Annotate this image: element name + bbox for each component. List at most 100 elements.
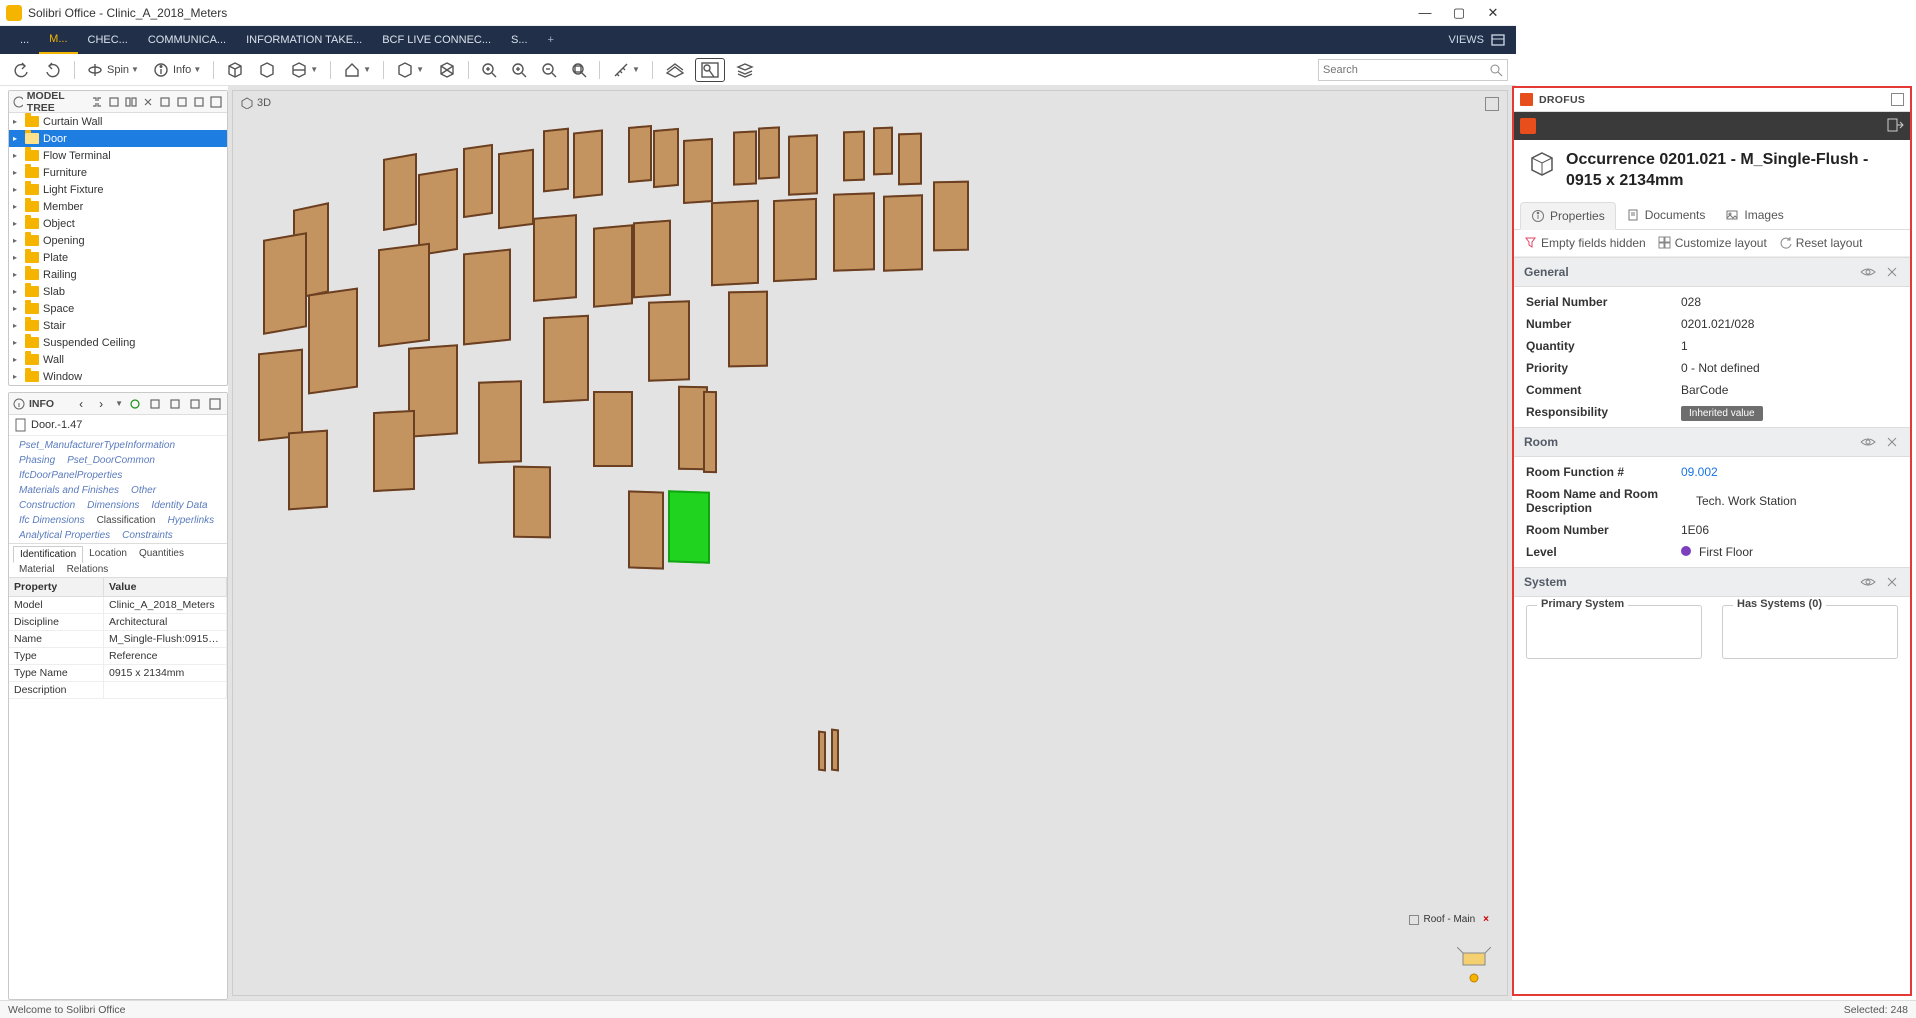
info-tab-construction[interactable]: Construction [13, 498, 81, 513]
tree-item-light-fixture[interactable]: ▸Light Fixture [9, 181, 227, 198]
tree-btn-4[interactable] [142, 94, 155, 110]
maximize-button[interactable]: ▢ [1442, 1, 1476, 25]
zoom-window-button[interactable] [567, 58, 591, 82]
menu-item-bcf[interactable]: BCF LIVE CONNEC... [372, 26, 501, 54]
info-tab-materials-and-finishes[interactable]: Materials and Finishes [13, 483, 125, 498]
view-compass[interactable] [1457, 947, 1491, 983]
info-btn-b[interactable] [147, 396, 163, 412]
tree-btn-6[interactable] [176, 94, 189, 110]
tree-item-opening[interactable]: ▸Opening [9, 232, 227, 249]
section-system-header[interactable]: System [1514, 567, 1910, 597]
search-input[interactable] [1323, 64, 1489, 76]
menu-item-checking[interactable]: CHEC... [78, 26, 138, 54]
info-btn-d[interactable] [187, 396, 203, 412]
cube-button-3[interactable]: ▼ [286, 58, 322, 82]
info-subtab-material[interactable]: Material [13, 562, 61, 577]
wireframe-button[interactable] [434, 58, 460, 82]
reset-layout-button[interactable]: Reset layout [1779, 236, 1863, 250]
info-btn-c[interactable] [167, 396, 183, 412]
tree-item-space[interactable]: ▸Space [9, 300, 227, 317]
tree-item-door[interactable]: ▸Door [9, 130, 227, 147]
empty-fields-toggle[interactable]: Empty fields hidden [1524, 236, 1646, 250]
tree-item-wall[interactable]: ▸Wall [9, 351, 227, 368]
tab-properties[interactable]: Properties [1520, 202, 1616, 230]
info-maximize[interactable] [207, 396, 223, 412]
section-general-header[interactable]: General [1514, 257, 1910, 287]
tree-btn-5[interactable] [159, 94, 172, 110]
info-subtab-location[interactable]: Location [83, 546, 133, 562]
tree-item-flow-terminal[interactable]: ▸Flow Terminal [9, 147, 227, 164]
measure-button[interactable]: ▼ [608, 58, 644, 82]
spin-button[interactable]: Spin ▼ [83, 58, 143, 82]
zoom-extents-button[interactable] [477, 58, 501, 82]
cube-button-1[interactable] [222, 58, 248, 82]
menu-add-tab[interactable]: + [538, 34, 564, 46]
info-subtab-relations[interactable]: Relations [61, 562, 115, 577]
roof-label[interactable]: Roof - Main× [1409, 914, 1489, 925]
drofus-exit-icon[interactable] [1886, 116, 1904, 137]
layers-button[interactable] [731, 58, 759, 82]
cube-button-2[interactable] [254, 58, 280, 82]
info-tab-dimensions[interactable]: Dimensions [81, 498, 145, 513]
info-tab-phasing[interactable]: Phasing [13, 453, 61, 468]
menu-item-model[interactable]: M... [39, 26, 77, 54]
minimize-button[interactable]: — [1408, 1, 1442, 25]
viewport-maximize[interactable] [1485, 97, 1499, 111]
eye-icon[interactable] [1860, 264, 1876, 280]
3d-viewport[interactable]: 3D [232, 90, 1508, 996]
drofus-logo-icon[interactable] [1520, 118, 1536, 134]
drofus-maximize[interactable] [1891, 93, 1904, 106]
redo-button[interactable] [40, 58, 66, 82]
tree-item-object[interactable]: ▸Object [9, 215, 227, 232]
info-button[interactable]: Info ▼ [149, 58, 205, 82]
markup-button[interactable] [695, 58, 725, 82]
info-tab-ifc-dimensions[interactable]: Ifc Dimensions [13, 513, 91, 528]
menu-item-ellipsis[interactable]: ... [10, 26, 39, 54]
info-btn-a[interactable] [127, 396, 143, 412]
home-button[interactable]: ▼ [339, 58, 375, 82]
zoom-out-button[interactable] [537, 58, 561, 82]
tree-item-railing[interactable]: ▸Railing [9, 266, 227, 283]
customize-layout-button[interactable]: Customize layout [1658, 236, 1767, 250]
eye-icon[interactable] [1860, 434, 1876, 450]
close-icon[interactable] [1884, 264, 1900, 280]
tree-item-slab[interactable]: ▸Slab [9, 283, 227, 300]
info-next[interactable]: › [93, 396, 109, 412]
tree-btn-1[interactable] [91, 94, 104, 110]
views-button[interactable]: VIEWS [1449, 32, 1506, 48]
tree-btn-3[interactable] [125, 94, 138, 110]
tree-item-plate[interactable]: ▸Plate [9, 249, 227, 266]
info-tab-pset-manufacturertypeinformation[interactable]: Pset_ManufacturerTypeInformation [13, 438, 181, 453]
info-tab-hyperlinks[interactable]: Hyperlinks [162, 513, 221, 528]
close-icon[interactable] [1884, 434, 1900, 450]
info-subtab-quantities[interactable]: Quantities [133, 546, 190, 562]
tab-images[interactable]: Images [1715, 202, 1793, 229]
menu-item-s[interactable]: S... [501, 26, 538, 54]
tree-item-stair[interactable]: ▸Stair [9, 317, 227, 334]
tree-item-furniture[interactable]: ▸Furniture [9, 164, 227, 181]
panel-maximize[interactable] [210, 94, 223, 110]
tree-btn-2[interactable] [108, 94, 121, 110]
info-prev[interactable]: ‹ [73, 396, 89, 412]
info-tab-constraints[interactable]: Constraints [116, 528, 179, 543]
section-button[interactable] [661, 58, 689, 82]
tree-item-member[interactable]: ▸Member [9, 198, 227, 215]
zoom-in-button[interactable] [507, 58, 531, 82]
tree-btn-7[interactable] [193, 94, 206, 110]
undo-button[interactable] [8, 58, 34, 82]
info-tab-analytical-properties[interactable]: Analytical Properties [13, 528, 116, 543]
section-room-header[interactable]: Room [1514, 427, 1910, 457]
tab-documents[interactable]: Documents [1616, 202, 1716, 229]
close-button[interactable]: ✕ [1476, 1, 1510, 25]
info-tab-classification[interactable]: Classification [91, 513, 162, 528]
menu-item-communication[interactable]: COMMUNICA... [138, 26, 236, 54]
info-tab-other[interactable]: Other [125, 483, 162, 498]
close-icon[interactable] [1884, 574, 1900, 590]
tree-item-curtain-wall[interactable]: ▸Curtain Wall [9, 113, 227, 130]
info-subtab-identification[interactable]: Identification [13, 546, 83, 563]
tree-item-suspended-ceiling[interactable]: ▸Suspended Ceiling [9, 334, 227, 351]
tree-item-window[interactable]: ▸Window [9, 368, 227, 385]
view-cube-button[interactable]: ▼ [392, 58, 428, 82]
info-tab-pset-doorcommon[interactable]: Pset_DoorCommon [61, 453, 161, 468]
room-func-value[interactable]: 09.002 [1681, 465, 1898, 479]
